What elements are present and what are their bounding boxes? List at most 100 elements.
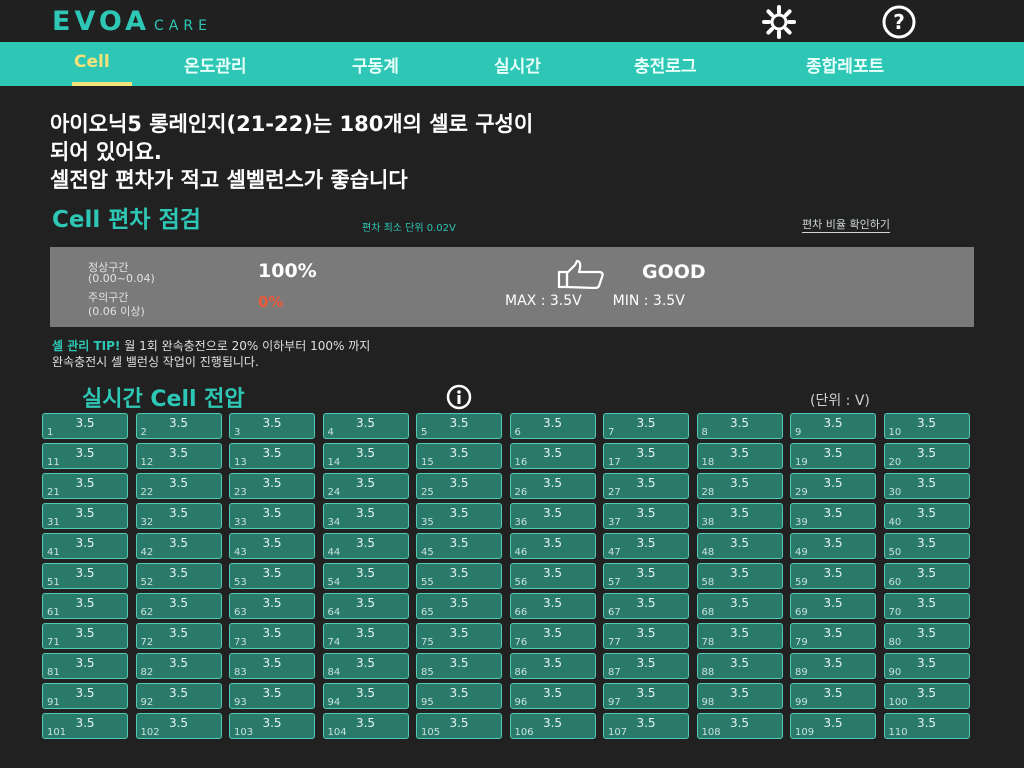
cell-tile[interactable]: 3.5 82 [135, 653, 222, 679]
question-icon[interactable]: ? [881, 4, 917, 40]
cell-tile[interactable]: 3.5 105 [416, 713, 502, 739]
cell-tile[interactable]: 3.5 17 [603, 443, 689, 469]
cell-tile[interactable]: 3.5 43 [229, 533, 315, 559]
cell-tile[interactable]: 3.5 56 [509, 563, 596, 589]
cell-tile[interactable]: 3.5 81 [42, 653, 128, 679]
cell-tile[interactable]: 3.5 102 [135, 713, 222, 739]
cell-tile[interactable]: 3.5 77 [603, 623, 689, 649]
cell-tile[interactable]: 3.5 24 [322, 473, 409, 499]
cell-tile[interactable]: 3.5 15 [416, 443, 502, 469]
tab-report[interactable]: 종합레포트 [806, 52, 884, 77]
cell-tile[interactable]: 3.5 35 [416, 503, 502, 529]
cell-tile[interactable]: 3.5 16 [509, 443, 596, 469]
cell-tile[interactable]: 3.5 108 [696, 713, 783, 739]
cell-tile[interactable]: 3.5 41 [42, 533, 128, 559]
cell-tile[interactable]: 3.5 4 [322, 413, 409, 439]
cell-tile[interactable]: 3.5 74 [322, 623, 409, 649]
cell-tile[interactable]: 3.5 48 [696, 533, 783, 559]
cell-tile[interactable]: 3.5 109 [790, 713, 876, 739]
tab-temperature[interactable]: 온도관리 [184, 52, 247, 77]
cell-tile[interactable]: 3.5 91 [42, 683, 128, 709]
cell-tile[interactable]: 3.5 33 [229, 503, 315, 529]
cell-tile[interactable]: 3.5 60 [883, 563, 970, 589]
cell-tile[interactable]: 3.5 110 [883, 713, 970, 739]
cell-tile[interactable]: 3.5 76 [509, 623, 596, 649]
cell-tile[interactable]: 3.5 18 [696, 443, 783, 469]
cell-tile[interactable]: 3.5 61 [42, 593, 128, 619]
cell-tile[interactable]: 3.5 90 [883, 653, 970, 679]
cell-tile[interactable]: 3.5 12 [135, 443, 222, 469]
cell-tile[interactable]: 3.5 19 [790, 443, 876, 469]
cell-tile[interactable]: 3.5 88 [696, 653, 783, 679]
cell-tile[interactable]: 3.5 31 [42, 503, 128, 529]
cell-tile[interactable]: 3.5 62 [135, 593, 222, 619]
cell-tile[interactable]: 3.5 63 [229, 593, 315, 619]
cell-tile[interactable]: 3.5 44 [322, 533, 409, 559]
cell-tile[interactable]: 3.5 27 [603, 473, 689, 499]
cell-tile[interactable]: 3.5 57 [603, 563, 689, 589]
cell-tile[interactable]: 3.5 67 [603, 593, 689, 619]
cell-tile[interactable]: 3.5 64 [322, 593, 409, 619]
cell-tile[interactable]: 3.5 7 [603, 413, 689, 439]
cell-tile[interactable]: 3.5 37 [603, 503, 689, 529]
cell-tile[interactable]: 3.5 29 [790, 473, 876, 499]
cell-tile[interactable]: 3.5 78 [696, 623, 783, 649]
cell-tile[interactable]: 3.5 36 [509, 503, 596, 529]
cell-tile[interactable]: 3.5 94 [322, 683, 409, 709]
cell-tile[interactable]: 3.5 98 [696, 683, 783, 709]
cell-tile[interactable]: 3.5 11 [42, 443, 128, 469]
cell-tile[interactable]: 3.5 80 [883, 623, 970, 649]
cell-tile[interactable]: 3.5 92 [135, 683, 222, 709]
cell-tile[interactable]: 3.5 65 [416, 593, 502, 619]
cell-tile[interactable]: 3.5 100 [883, 683, 970, 709]
cell-tile[interactable]: 3.5 83 [229, 653, 315, 679]
cell-tile[interactable]: 3.5 103 [229, 713, 315, 739]
cell-tile[interactable]: 3.5 34 [322, 503, 409, 529]
cell-tile[interactable]: 3.5 68 [696, 593, 783, 619]
cell-tile[interactable]: 3.5 10 [883, 413, 970, 439]
cell-tile[interactable]: 3.5 3 [229, 413, 315, 439]
cell-tile[interactable]: 3.5 13 [229, 443, 315, 469]
cell-tile[interactable]: 3.5 49 [790, 533, 876, 559]
tab-cell[interactable]: Cell [74, 52, 110, 72]
cell-tile[interactable]: 3.5 2 [135, 413, 222, 439]
cell-tile[interactable]: 3.5 99 [790, 683, 876, 709]
cell-tile[interactable]: 3.5 28 [696, 473, 783, 499]
cell-tile[interactable]: 3.5 50 [883, 533, 970, 559]
tab-drivetrain[interactable]: 구동계 [352, 52, 399, 77]
cell-tile[interactable]: 3.5 101 [42, 713, 128, 739]
cell-tile[interactable]: 3.5 40 [883, 503, 970, 529]
cell-tile[interactable]: 3.5 47 [603, 533, 689, 559]
cell-tile[interactable]: 3.5 54 [322, 563, 409, 589]
cell-tile[interactable]: 3.5 39 [790, 503, 876, 529]
cell-tile[interactable]: 3.5 30 [883, 473, 970, 499]
cell-tile[interactable]: 3.5 5 [416, 413, 502, 439]
cell-tile[interactable]: 3.5 73 [229, 623, 315, 649]
cell-tile[interactable]: 3.5 55 [416, 563, 502, 589]
cell-tile[interactable]: 3.5 89 [790, 653, 876, 679]
cell-tile[interactable]: 3.5 66 [509, 593, 596, 619]
cell-tile[interactable]: 3.5 96 [509, 683, 596, 709]
cell-tile[interactable]: 3.5 97 [603, 683, 689, 709]
cell-tile[interactable]: 3.5 87 [603, 653, 689, 679]
cell-tile[interactable]: 3.5 59 [790, 563, 876, 589]
cell-tile[interactable]: 3.5 23 [229, 473, 315, 499]
cell-tile[interactable]: 3.5 85 [416, 653, 502, 679]
cell-tile[interactable]: 3.5 95 [416, 683, 502, 709]
cell-tile[interactable]: 3.5 32 [135, 503, 222, 529]
cell-tile[interactable]: 3.5 104 [322, 713, 409, 739]
cell-tile[interactable]: 3.5 75 [416, 623, 502, 649]
cell-tile[interactable]: 3.5 45 [416, 533, 502, 559]
tab-charge-log[interactable]: 충전로그 [634, 52, 697, 77]
gear-icon[interactable] [761, 4, 797, 40]
cell-tile[interactable]: 3.5 25 [416, 473, 502, 499]
cell-tile[interactable]: 3.5 46 [509, 533, 596, 559]
cell-tile[interactable]: 3.5 6 [509, 413, 596, 439]
cell-tile[interactable]: 3.5 8 [696, 413, 783, 439]
info-icon[interactable] [446, 384, 472, 410]
cell-tile[interactable]: 3.5 86 [509, 653, 596, 679]
cell-tile[interactable]: 3.5 52 [135, 563, 222, 589]
cell-tile[interactable]: 3.5 53 [229, 563, 315, 589]
cell-tile[interactable]: 3.5 58 [696, 563, 783, 589]
cell-tile[interactable]: 3.5 42 [135, 533, 222, 559]
